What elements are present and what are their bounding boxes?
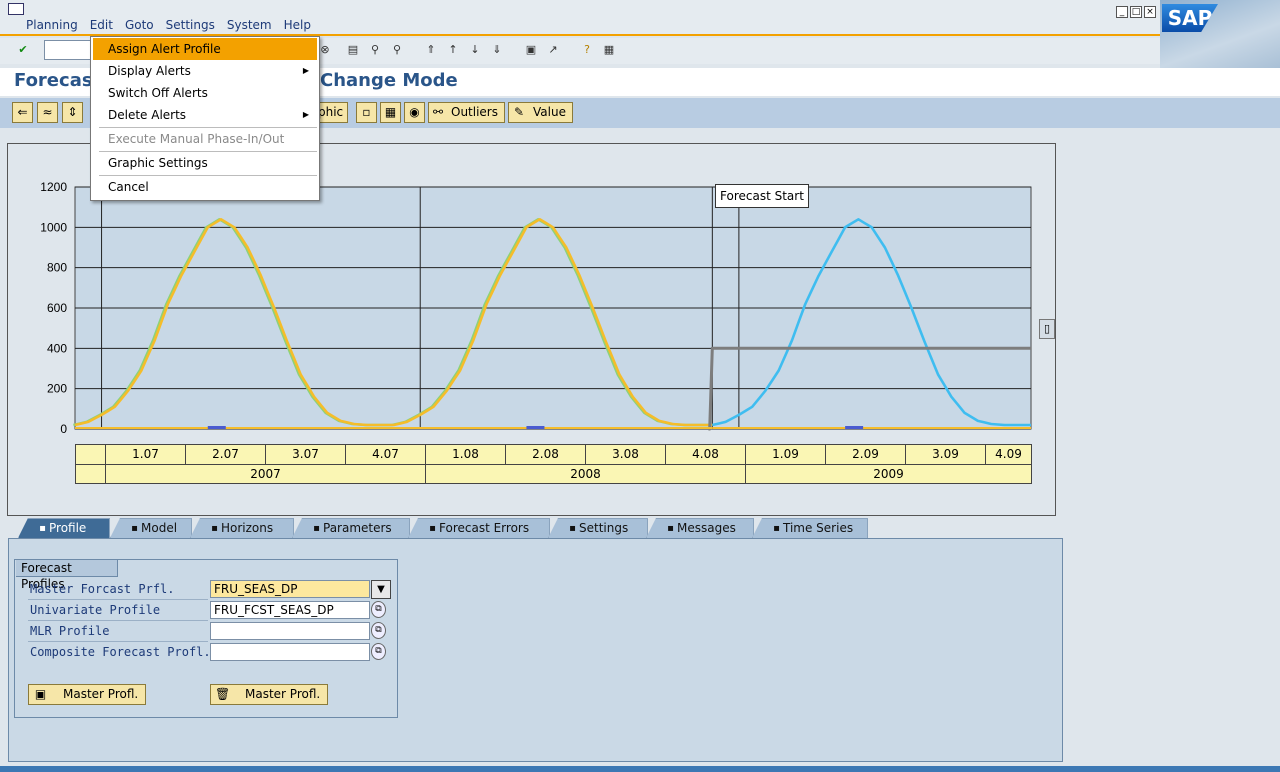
model-icon: ▪ [131, 523, 138, 534]
tab-label: Horizons [221, 521, 274, 535]
tab-label: Model [141, 521, 178, 535]
quarter-label: 4.08 [666, 445, 746, 465]
status-bar [0, 766, 1280, 772]
details-icon[interactable]: ⧉ [371, 643, 386, 660]
quarter-label: 1.09 [746, 445, 826, 465]
tab-label: Forecast Errors [439, 521, 530, 535]
menu-item-assign-alert-profile[interactable]: Assign Alert Profile [93, 38, 317, 60]
menu-item-label: Delete Alerts [108, 108, 187, 122]
close-icon[interactable]: × [1144, 6, 1156, 18]
chevron-down-icon[interactable]: ▼ [371, 580, 391, 599]
y-tick-label: 600 [47, 301, 67, 315]
quarter-label: 3.07 [266, 445, 346, 465]
tab-forecast-errors[interactable]: ▪ Forecast Errors [408, 518, 550, 538]
y-axis-ticks: 0 200 400 600 800 1000 1200 [40, 180, 67, 436]
alert-marker [845, 426, 864, 429]
field-separator [28, 599, 208, 600]
tab-parameters[interactable]: ▪ Parameters [292, 518, 410, 538]
field-separator [28, 620, 208, 621]
menu-item-delete-alerts[interactable]: Delete Alerts ▶ [93, 104, 317, 126]
quarter-label: 1.07 [106, 445, 186, 465]
maximize-icon[interactable]: □ [1130, 6, 1142, 18]
trash-icon: 🗑 [215, 687, 231, 701]
mlr-profile-label: MLR Profile [30, 624, 110, 638]
composite-profile-label: Composite Forecast Profl. [30, 645, 211, 659]
quarter-label: 4.09 [986, 445, 1032, 465]
tab-label: Settings [579, 521, 629, 535]
submenu-arrow-icon: ▶ [302, 66, 309, 75]
time-axis: 1.07 2.07 3.07 4.07 1.08 2.08 3.08 4.08 1.09 2.09… [75, 444, 1032, 484]
alert-marker [207, 426, 226, 429]
delete-master-profile-label: Master Profl. [245, 687, 321, 701]
quarter-label: 2.07 [186, 445, 266, 465]
settings-icon: ▪ [569, 523, 576, 534]
tab-horizons[interactable]: ▪ Horizons [190, 518, 294, 538]
quarter-label: 2.08 [506, 445, 586, 465]
parameters-icon: ▪ [313, 523, 320, 534]
tab-model[interactable]: ▪ Model [110, 518, 192, 538]
y-tick-label: 0 [60, 422, 67, 436]
menu-item-switch-off-alerts[interactable]: Switch Off Alerts [93, 82, 317, 104]
y-tick-label: 800 [47, 261, 67, 275]
menu-item-execute-phase-in-out: Execute Manual Phase-In/Out [108, 132, 285, 146]
quarter-label: 1.08 [426, 445, 506, 465]
quarter-cell-partial [76, 445, 106, 465]
quarter-label: 4.07 [346, 445, 426, 465]
y-tick-label: 200 [47, 382, 67, 396]
tab-label: Profile [49, 521, 87, 535]
year-label: 2008 [426, 464, 746, 484]
minimize-icon[interactable]: _ [1116, 6, 1128, 18]
menu-item-graphic-settings[interactable]: Graphic Settings [93, 152, 317, 174]
y-tick-label: 1200 [40, 180, 67, 194]
master-profile-field[interactable]: FRU_SEAS_DP [210, 580, 370, 598]
tab-label: Messages [677, 521, 736, 535]
details-icon[interactable]: ⧉ [371, 601, 386, 618]
menu-item-display-alerts[interactable]: Display Alerts ▶ [93, 60, 317, 82]
calendar-icon: ▪ [211, 523, 218, 534]
field-separator [28, 641, 208, 642]
profile-icon: ▪ [39, 523, 46, 534]
time-series-icon: ▪ [773, 523, 780, 534]
y-tick-label: 400 [47, 341, 67, 355]
window-controls: _ □ × [1116, 6, 1156, 18]
submenu-arrow-icon: ▶ [302, 110, 309, 119]
y-tick-label: 1000 [40, 220, 67, 234]
tab-label: Parameters [323, 521, 392, 535]
tab-label: Time Series [783, 521, 854, 535]
univariate-profile-field[interactable]: FRU_FCST_SEAS_DP [210, 601, 370, 619]
delete-master-profile-button[interactable]: 🗑 Master Profl. [210, 684, 328, 705]
messages-icon: ▪ [667, 523, 674, 534]
mlr-profile-field[interactable] [210, 622, 370, 640]
composite-profile-field[interactable] [210, 643, 370, 661]
tab-profile[interactable]: ▪ Profile [18, 518, 110, 538]
panel-toggle-icon[interactable]: ▯ [1039, 319, 1055, 339]
details-icon[interactable]: ⧉ [371, 622, 386, 639]
tab-time-series[interactable]: ▪ Time Series [752, 518, 868, 538]
quarter-label: 3.08 [586, 445, 666, 465]
save-icon: ▣ [34, 687, 47, 701]
menu-item-label: Display Alerts [108, 64, 191, 78]
sap-logo-text: SAP [1162, 4, 1218, 32]
master-profile-label: Master Forcast Prfl. [30, 582, 175, 596]
tab-settings[interactable]: ▪ Settings [548, 518, 648, 538]
quarter-label: 3.09 [906, 445, 986, 465]
forecast-profiles-title: Forecast Profiles [16, 560, 118, 591]
tab-strip: ▪ Profile ▪ Model ▪ Horizons ▪ Parameters ▪ Forec… [18, 518, 878, 538]
forecast-errors-icon: ▪ [429, 523, 436, 534]
year-label: 2009 [746, 464, 1032, 484]
year-cell-partial [76, 464, 106, 484]
year-label: 2007 [106, 464, 426, 484]
alert-marker [526, 426, 545, 429]
univariate-profile-label: Univariate Profile [30, 603, 161, 617]
sap-logo: SAP [1160, 0, 1280, 68]
tab-messages[interactable]: ▪ Messages [646, 518, 754, 538]
edit-menu-dropdown: Assign Alert Profile Display Alerts ▶ Sw… [90, 36, 320, 201]
save-master-profile-label: Master Profl. [63, 687, 139, 701]
menu-item-cancel[interactable]: Cancel [93, 176, 317, 198]
forecast-start-label: Forecast Start [715, 184, 809, 208]
save-master-profile-button[interactable]: ▣ Master Profl. [28, 684, 146, 705]
quarter-label: 2.09 [826, 445, 906, 465]
